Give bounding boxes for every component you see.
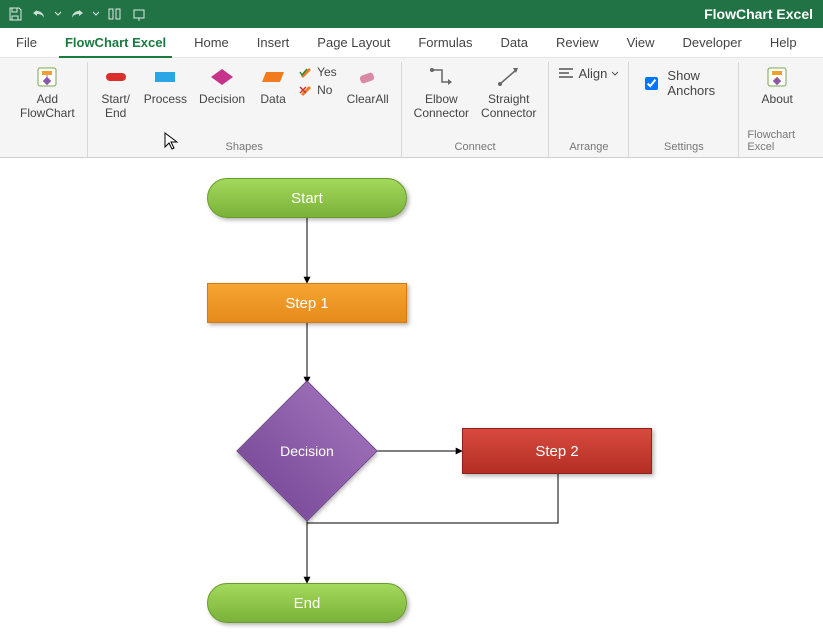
dropdown-icon[interactable] <box>92 5 100 23</box>
ribbon-group-connect: Elbow Connector Straight Connector Conne… <box>402 62 550 157</box>
align-icon <box>558 67 574 81</box>
add-flowchart-icon <box>34 64 60 90</box>
chevron-down-icon <box>611 70 619 78</box>
tab-home[interactable]: Home <box>188 29 235 57</box>
tab-flowchart-excel[interactable]: FlowChart Excel <box>59 29 172 57</box>
decision-icon <box>209 64 235 90</box>
shape-process-button[interactable]: Process <box>140 62 191 108</box>
node-end[interactable]: End <box>207 583 407 623</box>
no-label: No <box>317 83 332 97</box>
elbow-connector-icon <box>428 64 454 90</box>
node-decision[interactable]: Decision <box>237 381 377 521</box>
elbow-connector-button[interactable]: Elbow Connector <box>410 62 473 122</box>
ribbon-tabs: File FlowChart Excel Home Insert Page La… <box>0 28 823 58</box>
yes-no-stack: Yes No <box>297 62 339 98</box>
clearall-label: ClearAll <box>347 92 389 106</box>
about-icon <box>764 64 790 90</box>
add-flowchart-button[interactable]: Add FlowChart <box>16 62 79 122</box>
shape-start-end-button[interactable]: Start/ End <box>96 62 136 122</box>
cursor-icon <box>164 132 178 155</box>
no-button[interactable]: No <box>297 82 339 98</box>
eraser-icon <box>355 64 381 90</box>
add-flowchart-label: Add FlowChart <box>20 92 75 120</box>
node-start[interactable]: Start <box>207 178 407 218</box>
app-title: FlowChart Excel <box>704 6 813 22</box>
shape-decision-button[interactable]: Decision <box>195 62 249 108</box>
dropdown-icon[interactable] <box>54 5 62 23</box>
node-label: Decision <box>280 443 334 459</box>
node-step2[interactable]: Step 2 <box>462 428 652 474</box>
straight-connector-button[interactable]: Straight Connector <box>477 62 540 122</box>
ribbon-group-flowchartexcel: About Flowchart Excel <box>739 62 815 157</box>
tab-insert[interactable]: Insert <box>251 29 296 57</box>
clearall-button[interactable]: ClearAll <box>343 62 393 108</box>
qat-icon-1[interactable] <box>106 5 124 23</box>
align-label: Align <box>578 66 607 81</box>
shape-label: Data <box>260 92 285 106</box>
yes-label: Yes <box>317 65 337 79</box>
tab-developer[interactable]: Developer <box>677 29 748 57</box>
node-label: Step 1 <box>285 295 328 312</box>
ribbon-group-addflowchart: Add FlowChart <box>8 62 88 157</box>
tab-view[interactable]: View <box>621 29 661 57</box>
process-icon <box>152 64 178 90</box>
about-label: About <box>762 92 793 106</box>
start-end-icon <box>103 64 129 90</box>
save-icon[interactable] <box>6 5 24 23</box>
tab-page-layout[interactable]: Page Layout <box>311 29 396 57</box>
ribbon: Add FlowChart Start/ End Process <box>0 58 823 158</box>
shape-data-button[interactable]: Data <box>253 62 293 108</box>
redo-icon[interactable] <box>68 5 86 23</box>
show-anchors-input[interactable] <box>645 77 658 90</box>
yes-button[interactable]: Yes <box>297 64 339 80</box>
connector-label: Elbow Connector <box>414 92 469 120</box>
node-step1[interactable]: Step 1 <box>207 283 407 323</box>
ribbon-group-shapes: Start/ End Process Decision Data <box>88 62 402 157</box>
group-label: Flowchart Excel <box>747 127 807 157</box>
show-anchors-checkbox[interactable]: Show Anchors <box>637 62 730 104</box>
ribbon-group-settings: Show Anchors Settings <box>629 62 739 157</box>
tab-file[interactable]: File <box>10 29 43 57</box>
quick-access-toolbar <box>6 5 148 23</box>
group-label: Settings <box>664 139 704 157</box>
qat-icon-2[interactable] <box>130 5 148 23</box>
connectors <box>0 158 823 642</box>
group-label <box>46 139 49 157</box>
group-label: Shapes <box>226 139 263 157</box>
data-icon <box>260 64 286 90</box>
shape-label: Start/ End <box>101 92 130 120</box>
node-label: Step 2 <box>535 443 578 460</box>
show-anchors-label: Show Anchors <box>667 68 726 98</box>
align-button[interactable]: Align <box>552 62 625 85</box>
straight-connector-icon <box>496 64 522 90</box>
titlebar: FlowChart Excel <box>0 0 823 28</box>
group-label: Connect <box>455 139 496 157</box>
undo-icon[interactable] <box>30 5 48 23</box>
pencil-check-icon <box>299 66 313 78</box>
tab-help[interactable]: Help <box>764 29 803 57</box>
about-button[interactable]: About <box>757 62 797 108</box>
tab-review[interactable]: Review <box>550 29 605 57</box>
shape-label: Decision <box>199 92 245 106</box>
flowchart-canvas[interactable]: Start Step 1 Decision Step 2 End <box>0 158 823 642</box>
shape-label: Process <box>144 92 187 106</box>
pencil-x-icon <box>299 84 313 96</box>
connector-label: Straight Connector <box>481 92 536 120</box>
tab-data[interactable]: Data <box>495 29 534 57</box>
tab-formulas[interactable]: Formulas <box>412 29 478 57</box>
node-label: Start <box>291 190 323 207</box>
ribbon-group-arrange: Align Arrange <box>549 62 629 157</box>
node-label: End <box>294 595 321 612</box>
group-label: Arrange <box>569 139 608 157</box>
